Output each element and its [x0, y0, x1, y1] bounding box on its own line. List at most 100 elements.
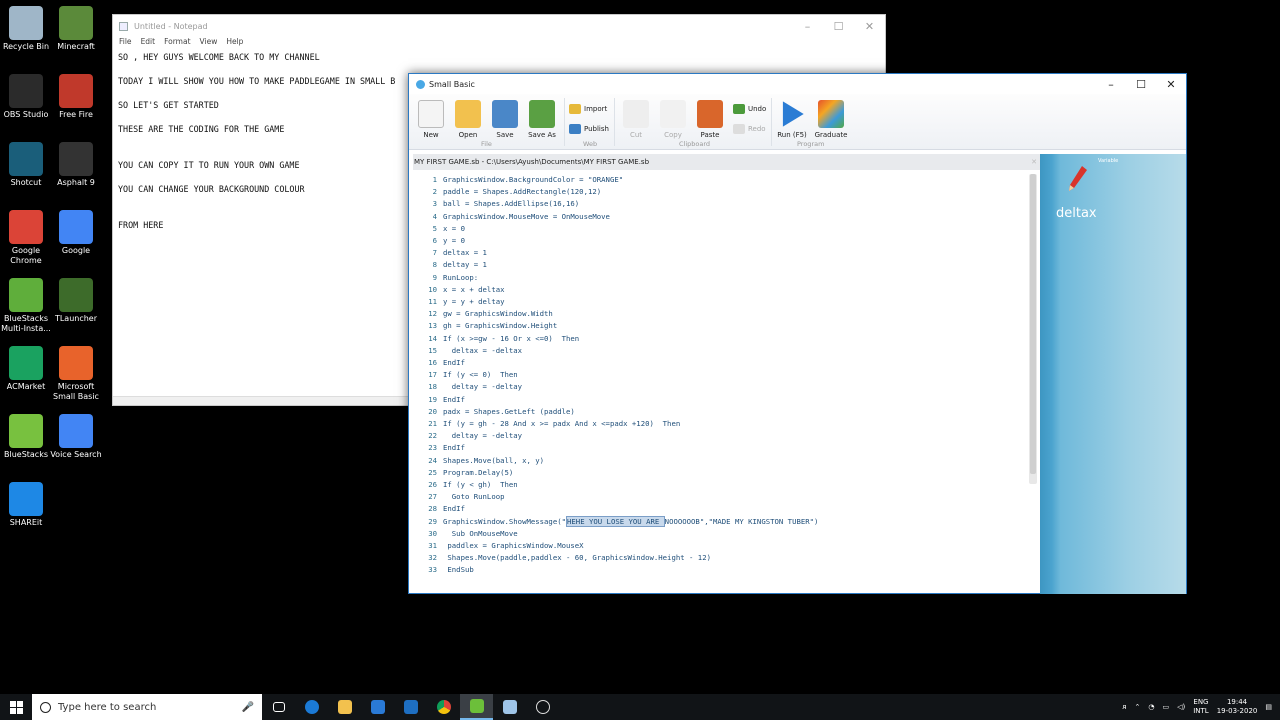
desktop-icon[interactable]: Shotcut — [0, 142, 52, 188]
desktop-icon[interactable]: BlueStacks Multi-Insta... — [0, 278, 52, 334]
run-button[interactable]: Run (F5) — [774, 100, 810, 139]
desktop-icon[interactable]: Minecraft — [50, 6, 102, 52]
code-line[interactable]: 29 GraphicsWindow.ShowMessage("HEHE YOU L… — [413, 515, 818, 528]
desktop-icon[interactable]: Asphalt 9 — [50, 142, 102, 188]
code-line[interactable]: 25 Program.Delay(5) — [413, 467, 513, 479]
network-icon[interactable]: ◔ — [1148, 703, 1154, 711]
code-line[interactable]: 17 If (y <= 0) Then — [413, 369, 517, 381]
taskbar-chrome[interactable] — [427, 694, 460, 720]
publish-button[interactable]: Publish — [569, 124, 609, 134]
desktop-icon[interactable]: Voice Search — [50, 414, 102, 460]
code-line[interactable]: 3 ball = Shapes.AddEllipse(16,16) — [413, 198, 580, 210]
code-line[interactable]: 1 GraphicsWindow.BackgroundColor = "ORANG… — [413, 174, 624, 186]
code-line[interactable]: 24 Shapes.Move(ball, x, y) — [413, 455, 544, 467]
save-as-button[interactable]: Save As — [524, 100, 560, 139]
battery-icon[interactable]: ▭ — [1162, 703, 1169, 711]
import-button[interactable]: Import — [569, 104, 607, 114]
desktop-icon[interactable]: SHAREit — [0, 482, 52, 528]
new-button[interactable]: New — [413, 100, 449, 139]
cut-button[interactable]: Cut — [618, 100, 654, 139]
redo-button[interactable]: Redo — [733, 124, 766, 134]
taskbar-file-explorer[interactable] — [328, 694, 361, 720]
undo-button[interactable]: Undo — [733, 104, 766, 114]
code-line[interactable]: 32 Shapes.Move(paddle,paddlex - 60, Grap… — [413, 552, 711, 564]
document-tab[interactable]: MY FIRST GAME.sb - C:\Users\Ayush\Docume… — [413, 154, 1043, 170]
editor-scrollbar[interactable] — [1029, 174, 1037, 484]
close-icon[interactable]: ✕ — [854, 20, 885, 33]
desktop-icon[interactable]: Recycle Bin — [0, 6, 52, 52]
code-line[interactable]: 23 EndIf — [413, 442, 465, 454]
desktop-icon[interactable]: OBS Studio — [0, 74, 52, 120]
desktop-icon[interactable]: Google — [50, 210, 102, 256]
graduate-button[interactable]: Graduate — [811, 100, 851, 139]
people-icon[interactable]: ᴙ — [1122, 703, 1126, 711]
desktop-icon[interactable]: Free Fire — [50, 74, 102, 120]
save-button[interactable]: Save — [487, 100, 523, 139]
taskbar-notepad[interactable] — [493, 694, 526, 720]
menu-help[interactable]: Help — [226, 37, 243, 51]
code-line[interactable]: 14 If (x >=gw - 16 Or x <=0) Then — [413, 333, 579, 345]
paste-button[interactable]: Paste — [692, 100, 728, 139]
start-button[interactable] — [0, 694, 32, 720]
close-icon[interactable]: ✕ — [1156, 78, 1186, 91]
code-line[interactable]: 2 paddle = Shapes.AddRectangle(120,12) — [413, 186, 602, 198]
code-line[interactable]: 26 If (y < gh) Then — [413, 479, 517, 491]
code-line[interactable]: 5 x = 0 — [413, 223, 465, 235]
taskbar-edge[interactable] — [295, 694, 328, 720]
code-line[interactable]: 12 gw = GraphicsWindow.Width — [413, 308, 553, 320]
code-line[interactable]: 9 RunLoop: — [413, 272, 479, 284]
maximize-icon[interactable]: ☐ — [1126, 78, 1156, 91]
volume-icon[interactable]: ◁) — [1177, 703, 1185, 711]
small-basic-window[interactable]: Small Basic – ☐ ✕ New Open Save Save As … — [408, 73, 1187, 594]
code-line[interactable]: 30 Sub OnMouseMove — [413, 528, 517, 540]
minimize-icon[interactable]: – — [1096, 78, 1126, 91]
menu-file[interactable]: File — [119, 37, 132, 51]
code-line[interactable]: 10 x = x + deltax — [413, 284, 504, 296]
desktop-icon[interactable]: ACMarket — [0, 346, 52, 392]
notepad-titlebar[interactable]: Untitled - Notepad – ☐ ✕ — [113, 15, 885, 37]
code-line[interactable]: 27 Goto RunLoop — [413, 491, 504, 503]
menu-edit[interactable]: Edit — [141, 37, 156, 51]
taskbar-mail[interactable] — [394, 694, 427, 720]
small-basic-titlebar[interactable]: Small Basic – ☐ ✕ — [409, 74, 1186, 94]
language-indicator[interactable]: ENG INTL — [1193, 698, 1208, 716]
taskbar-store[interactable] — [361, 694, 394, 720]
code-line[interactable]: 15 deltax = -deltax — [413, 345, 522, 357]
notifications-icon[interactable]: ▤ — [1265, 703, 1272, 711]
scroll-thumb[interactable] — [1030, 174, 1036, 474]
code-line[interactable]: 31 paddlex = GraphicsWindow.MouseX — [413, 540, 583, 552]
menu-view[interactable]: View — [200, 37, 218, 51]
code-line[interactable]: 11 y = y + deltay — [413, 296, 504, 308]
desktop-icon[interactable]: TLauncher — [50, 278, 102, 324]
code-line[interactable]: 22 deltay = -deltay — [413, 430, 522, 442]
clock[interactable]: 19:44 19-03-2020 — [1217, 698, 1258, 716]
minimize-icon[interactable]: – — [792, 20, 823, 33]
open-button[interactable]: Open — [450, 100, 486, 139]
desktop-icon[interactable]: Google Chrome — [0, 210, 52, 266]
code-line[interactable]: 33 EndSub — [413, 564, 474, 576]
code-line[interactable]: 19 EndIf — [413, 394, 465, 406]
code-line[interactable]: 8 deltay = 1 — [413, 259, 487, 271]
chevron-up-icon[interactable]: ⌃ — [1134, 703, 1140, 711]
code-line[interactable]: 20 padx = Shapes.GetLeft (paddle) — [413, 406, 575, 418]
maximize-icon[interactable]: ☐ — [823, 20, 854, 33]
code-line[interactable]: 16 EndIf — [413, 357, 465, 369]
task-view-button[interactable] — [262, 694, 295, 720]
code-line[interactable]: 28 EndIf — [413, 503, 465, 515]
code-line[interactable]: 6 y = 0 — [413, 235, 465, 247]
close-document-icon[interactable]: ✕ — [1031, 158, 1037, 166]
code-line[interactable]: 21 If (y = gh - 28 And x >= padx And x <=… — [413, 418, 680, 430]
desktop-icon[interactable]: Microsoft Small Basic — [50, 346, 102, 402]
code-editor[interactable]: 1 GraphicsWindow.BackgroundColor = "ORANG… — [413, 170, 1040, 592]
code-line[interactable]: 7 deltax = 1 — [413, 247, 487, 259]
taskbar-search[interactable]: Type here to search 🎤 — [32, 694, 262, 720]
copy-button[interactable]: Copy — [655, 100, 691, 139]
code-line[interactable]: 18 deltay = -deltay — [413, 381, 522, 393]
code-line[interactable]: 13 gh = GraphicsWindow.Height — [413, 320, 557, 332]
code-line[interactable]: 4 GraphicsWindow.MouseMove = OnMouseMove — [413, 211, 610, 223]
desktop-icon[interactable]: BlueStacks — [0, 414, 52, 460]
microphone-icon[interactable]: 🎤 — [242, 702, 254, 713]
taskbar-bluestacks[interactable] — [460, 694, 493, 720]
menu-format[interactable]: Format — [164, 37, 190, 51]
taskbar-obs[interactable] — [526, 694, 559, 720]
